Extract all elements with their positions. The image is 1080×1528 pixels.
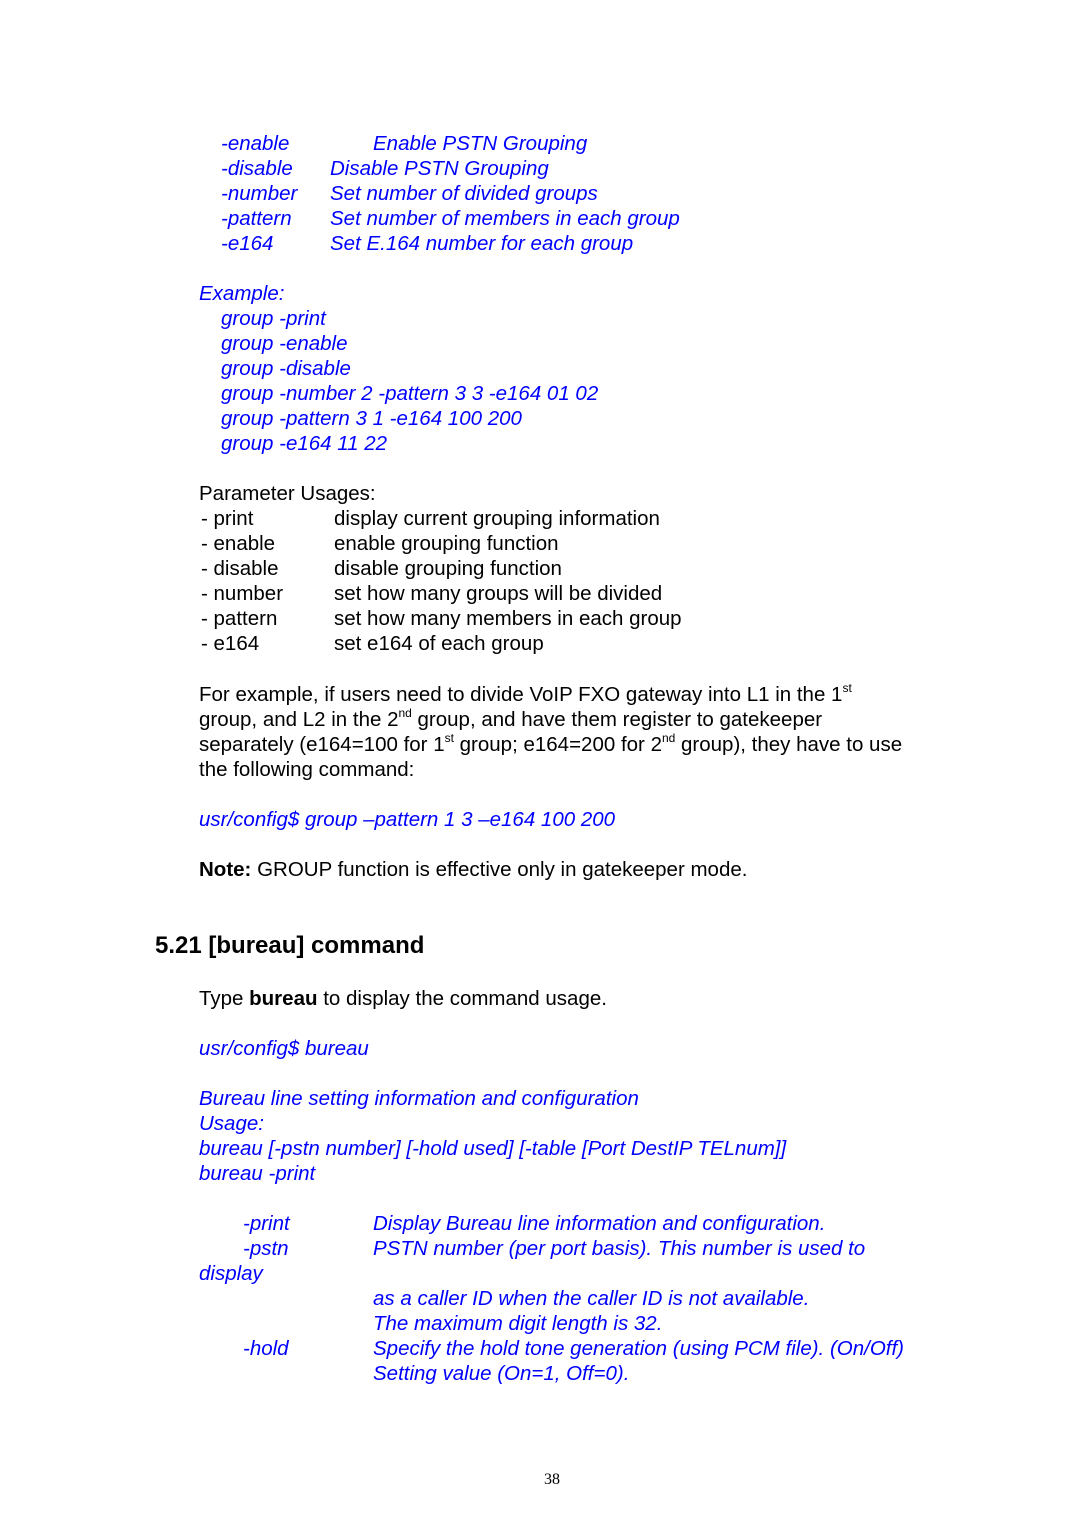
example-line: group -number 2 -pattern 3 3 -e164 01 02 [221, 382, 599, 405]
usage-line: bureau [-pstn number] [-hold used] [-tab… [199, 1137, 787, 1160]
text: group), they have to use [675, 733, 903, 756]
option-desc: Specify the hold tone generation (using … [373, 1337, 904, 1360]
option-flag: -e164 [221, 232, 274, 255]
text: Type [199, 987, 250, 1010]
example-label: Example: [199, 282, 285, 305]
example-line: group -e164 11 22 [221, 432, 388, 455]
bureau-command: usr/config$ bureau [199, 1037, 369, 1060]
text: For example, if users need to divide VoI… [199, 683, 843, 706]
option-desc: PSTN number (per port basis). This numbe… [373, 1237, 866, 1260]
text: separately (e164=100 for 1 [199, 733, 445, 756]
param-desc: set how many groups will be divided [334, 582, 663, 605]
page-number: 38 [544, 1471, 560, 1488]
option-flag: -pattern [221, 207, 292, 230]
text: to display the command usage. [317, 987, 607, 1010]
param-name: - pattern [201, 607, 278, 630]
section-intro: Type bureau to display the command usage… [199, 986, 607, 1011]
option-desc: Set E.164 number for each group [330, 232, 634, 255]
example-line: group -disable [221, 357, 351, 380]
param-desc: enable grouping function [334, 532, 559, 555]
param-desc: disable grouping function [334, 557, 562, 580]
param-name: - enable [201, 532, 276, 555]
command-name: bureau [249, 987, 318, 1010]
option-flag: -pstn [243, 1237, 289, 1260]
superscript: st [444, 731, 454, 745]
text: group, and have them register to gatekee… [411, 708, 823, 731]
example-line: group -print [221, 307, 326, 330]
note-label: Note: [199, 858, 252, 881]
example-line: group -enable [221, 332, 348, 355]
paragraph-line: For example, if users need to divide VoI… [199, 682, 852, 707]
param-desc: set how many members in each group [334, 607, 682, 630]
note-text: GROUP function is effective only in gate… [251, 858, 748, 881]
option-desc: as a caller ID when the caller ID is not… [373, 1287, 810, 1310]
option-desc: Setting value (On=1, Off=0). [373, 1362, 630, 1385]
option-flag: -number [221, 182, 298, 205]
option-flag: -disable [221, 157, 293, 180]
option-desc: Disable PSTN Grouping [330, 157, 549, 180]
example-line: group -pattern 3 1 -e164 100 200 [221, 407, 522, 430]
param-name: - print [201, 507, 254, 530]
paragraph-line: group, and L2 in the 2nd group, and have… [199, 707, 822, 732]
paragraph-line: the following command: [199, 758, 415, 781]
option-wrap: display [199, 1262, 263, 1285]
option-desc: Display Bureau line information and conf… [373, 1212, 826, 1235]
parameter-usages-title: Parameter Usages: [199, 482, 376, 505]
param-name: - e164 [201, 632, 260, 655]
param-name: - number [201, 582, 284, 605]
note: Note: GROUP function is effective only i… [199, 857, 747, 882]
param-name: - disable [201, 557, 279, 580]
option-desc: Set number of members in each group [330, 207, 680, 230]
usage-line: Bureau line setting information and conf… [199, 1087, 639, 1110]
usage-line: bureau -print [199, 1162, 316, 1185]
option-desc: Set number of divided groups [330, 182, 598, 205]
param-desc: display current grouping information [334, 507, 660, 530]
section-heading: 5.21 [bureau] command [155, 932, 425, 959]
text: group; e164=200 for 2 [453, 733, 662, 756]
superscript: nd [661, 731, 676, 745]
option-flag: -enable [221, 132, 290, 155]
command-example: usr/config$ group –pattern 1 3 –e164 100… [199, 808, 616, 831]
param-desc: set e164 of each group [334, 632, 544, 655]
option-flag: -hold [243, 1337, 289, 1360]
option-flag: -print [243, 1212, 290, 1235]
usage-line: Usage: [199, 1112, 264, 1135]
text: group, and L2 in the 2 [199, 708, 399, 731]
paragraph-line: separately (e164=100 for 1st group; e164… [199, 732, 902, 757]
superscript: st [842, 681, 852, 695]
option-desc: The maximum digit length is 32. [373, 1312, 663, 1335]
superscript: nd [398, 706, 412, 720]
option-desc: Enable PSTN Grouping [373, 132, 588, 155]
